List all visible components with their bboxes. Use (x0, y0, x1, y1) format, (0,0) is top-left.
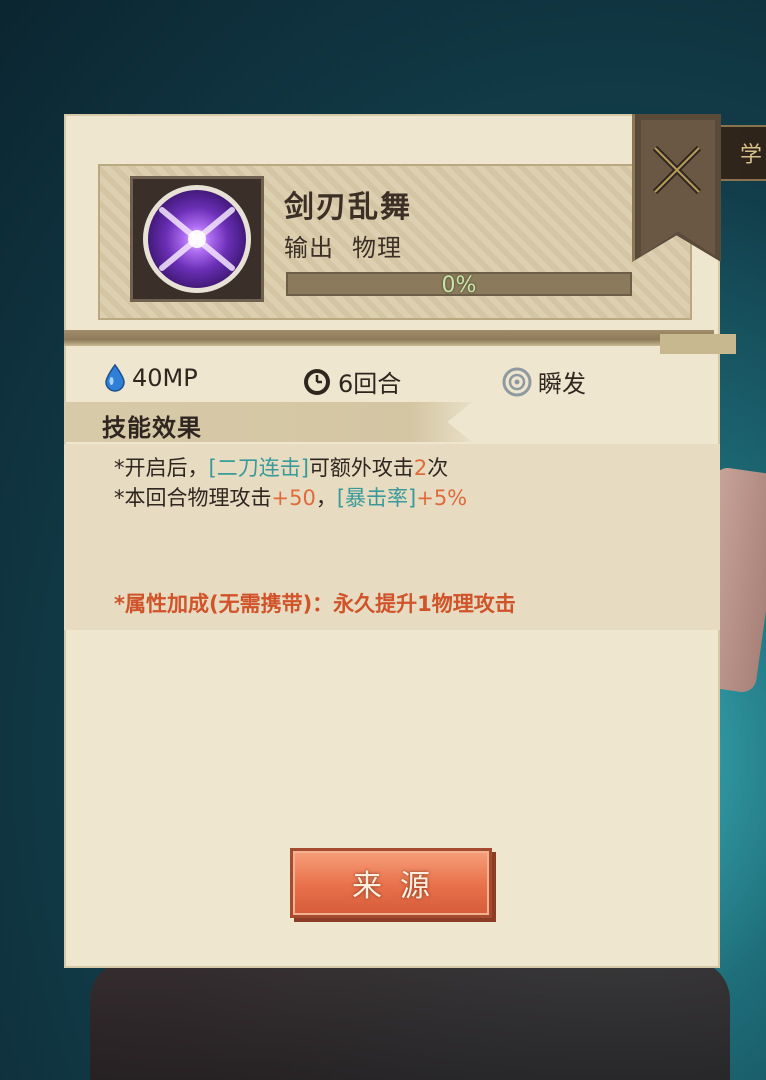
source-button[interactable]: 来源 (290, 848, 492, 918)
effect-text: ， (315, 486, 337, 510)
effect-line-1: *开启后，[二刀连击]可额外攻击2次 (114, 452, 448, 482)
target-ring-icon (502, 367, 532, 396)
stat-cast-type: 瞬发 (502, 364, 586, 399)
effect-keyword-dual-strike: [二刀连击] (208, 456, 309, 480)
effect-text: *开启后， (114, 456, 209, 480)
stat-turns: 6回合 (302, 364, 401, 399)
effect-line-2: *本回合物理攻击+50，[暴击率]+5% (114, 482, 467, 512)
water-drop-icon (105, 364, 125, 392)
top-banner-text: 学 (739, 143, 762, 168)
effect-text: 可额外攻击 (308, 456, 414, 480)
purple-cross-orb-icon (143, 185, 251, 293)
effect-text: 次 (427, 456, 449, 480)
skill-tag-physical: 物理 (352, 234, 402, 262)
skill-tags: 输出 物理 (284, 228, 402, 263)
skill-icon-frame (130, 176, 264, 302)
clock-icon (304, 368, 330, 395)
mp-cost-value: 40MP (132, 364, 198, 392)
effect-number: +5% (416, 486, 468, 510)
skill-stats-row: 40MP 6回合 瞬发 (104, 364, 704, 400)
cast-type-value: 瞬发 (538, 370, 586, 398)
effect-number: +50 (271, 486, 316, 510)
header-divider (64, 330, 714, 346)
skill-tag-output: 输出 (284, 234, 334, 262)
header-divider-extension (660, 334, 736, 354)
effects-section-title: 技能效果 (102, 414, 202, 442)
effect-number: 2 (413, 456, 428, 480)
skill-progress-bar: 0% (286, 272, 632, 298)
skill-name: 剑刃乱舞 (284, 190, 412, 225)
progress-label: 0% (441, 273, 477, 298)
turns-value: 6回合 (338, 370, 402, 398)
crossed-swords-close-icon (652, 145, 702, 195)
effect-keyword-crit-rate: [暴击率] (336, 486, 417, 510)
effect-text: *本回合物理攻击 (114, 486, 272, 510)
attribute-bonus-text: *属性加成(无需携带)：永久提升1物理攻击 (114, 592, 516, 616)
background-character (90, 960, 730, 1080)
stat-mp-cost: 40MP (104, 364, 198, 392)
